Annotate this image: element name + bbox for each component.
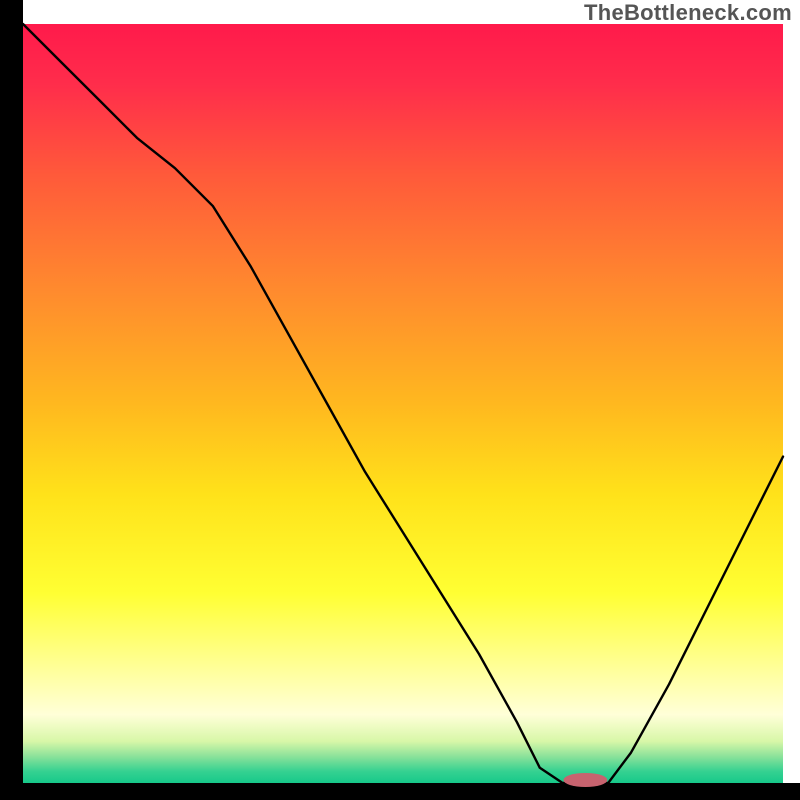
watermark-label: TheBottleneck.com: [584, 0, 792, 26]
axis-bottom: [0, 783, 800, 800]
chart-container: TheBottleneck.com: [0, 0, 800, 800]
axis-left: [0, 0, 23, 800]
optimum-marker: [563, 773, 607, 787]
bottleneck-chart: [0, 0, 800, 800]
